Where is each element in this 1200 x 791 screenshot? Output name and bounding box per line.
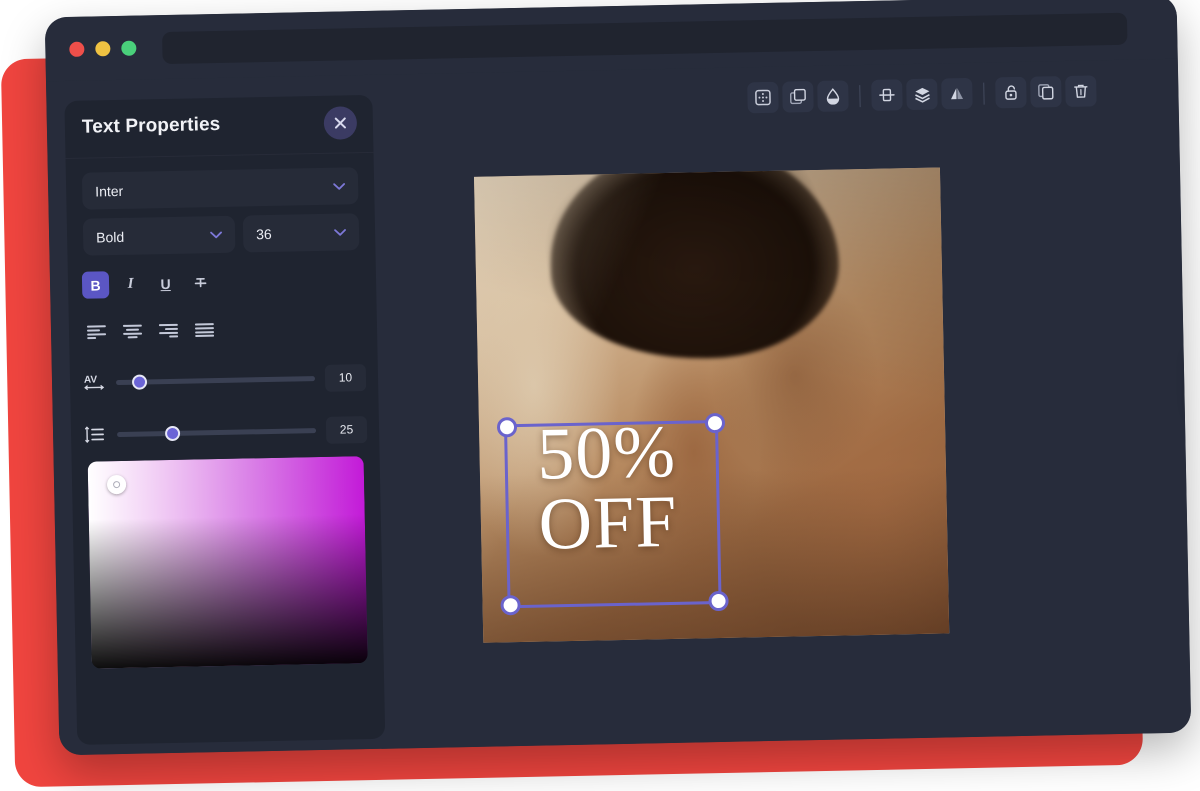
font-weight-select[interactable]: Bold xyxy=(83,216,236,256)
traffic-lights xyxy=(69,41,136,57)
toolbar-divider xyxy=(859,85,860,107)
strikethrough-button[interactable] xyxy=(187,269,215,297)
close-x-icon xyxy=(334,116,347,129)
close-window-button[interactable] xyxy=(69,42,84,57)
font-family-value: Inter xyxy=(95,178,333,199)
font-weight-value: Bold xyxy=(96,227,210,245)
bold-button[interactable]: B xyxy=(82,271,110,299)
letter-spacing-row: AV 10 xyxy=(84,362,367,398)
letter-spacing-value[interactable]: 10 xyxy=(325,364,367,392)
canvas-toolbar xyxy=(747,75,1097,113)
resize-handle-top-left[interactable] xyxy=(497,417,517,437)
italic-glyph: I xyxy=(128,277,134,292)
fill-opacity-tool[interactable] xyxy=(817,80,849,112)
delete-tool[interactable] xyxy=(1065,75,1097,107)
font-family-select[interactable]: Inter xyxy=(82,167,359,210)
duplicate-tool[interactable] xyxy=(1030,76,1062,108)
canvas-area: 50% OFF xyxy=(372,59,1191,749)
text-style-buttons: B I U xyxy=(82,269,215,299)
line-height-slider[interactable] xyxy=(117,428,316,437)
text-selection-box[interactable] xyxy=(504,420,722,608)
underline-button[interactable]: U xyxy=(152,270,180,298)
app-window: Text Properties Inter xyxy=(45,0,1192,755)
bold-glyph: B xyxy=(90,278,100,292)
panel-header: Text Properties xyxy=(64,95,373,158)
flip-horizontal-tool[interactable] xyxy=(941,78,973,110)
copy-icon xyxy=(1037,83,1054,100)
letter-spacing-slider[interactable] xyxy=(116,376,315,385)
font-size-select[interactable]: 36 xyxy=(243,213,360,252)
layers-tool[interactable] xyxy=(906,79,938,111)
address-bar[interactable] xyxy=(162,13,1127,64)
italic-button[interactable]: I xyxy=(117,270,145,298)
maximize-window-button[interactable] xyxy=(121,41,136,56)
letter-spacing-knob[interactable] xyxy=(132,374,147,389)
flip-mirror-icon xyxy=(948,85,965,102)
trash-icon xyxy=(1072,82,1089,99)
chevron-down-icon xyxy=(333,182,345,190)
svg-text:AV: AV xyxy=(84,374,98,385)
close-panel-button[interactable] xyxy=(324,106,358,140)
align-vertical-center-icon xyxy=(878,86,895,103)
color-picker-handle[interactable] xyxy=(107,475,126,494)
page-title: Text Properties xyxy=(82,114,221,139)
line-height-row: 25 xyxy=(85,414,368,450)
underline-glyph: U xyxy=(160,276,170,290)
screenshot-stage: Text Properties Inter xyxy=(0,0,1200,791)
line-height-value[interactable]: 25 xyxy=(326,416,368,444)
droplet-icon xyxy=(824,87,841,104)
align-left-button[interactable] xyxy=(83,318,111,346)
artboard[interactable]: 50% OFF xyxy=(474,167,949,642)
align-center-button[interactable] xyxy=(119,317,147,345)
align-justify-button[interactable] xyxy=(191,316,219,344)
line-height-knob[interactable] xyxy=(165,425,180,440)
text-align-buttons xyxy=(83,316,219,346)
strikethrough-icon xyxy=(192,274,209,291)
chevron-down-icon xyxy=(210,230,222,238)
unlock-padlock-icon xyxy=(1002,84,1019,101)
text-properties-panel: Text Properties Inter xyxy=(64,95,385,745)
overlapping-squares-icon xyxy=(789,88,806,105)
line-height-icon xyxy=(85,424,111,445)
toolbar-divider xyxy=(983,82,984,104)
app-body: Text Properties Inter xyxy=(46,59,1191,756)
align-right-icon xyxy=(159,323,178,338)
align-right-button[interactable] xyxy=(155,317,183,345)
align-justify-icon xyxy=(195,322,214,337)
color-picker-area[interactable] xyxy=(88,456,368,668)
square-dots-icon xyxy=(754,89,771,106)
picked-color-swatch[interactable] xyxy=(1189,344,1192,413)
letter-spacing-icon: AV xyxy=(84,372,110,393)
align-center-icon xyxy=(123,324,142,339)
frame-tool[interactable] xyxy=(782,81,814,113)
align-left-icon xyxy=(87,324,106,339)
layers-stack-icon xyxy=(913,85,931,103)
align-vertical-tool[interactable] xyxy=(871,79,903,111)
font-size-value: 36 xyxy=(256,224,334,242)
minimize-window-button[interactable] xyxy=(95,41,110,56)
chevron-down-icon xyxy=(334,228,346,236)
transform-tool[interactable] xyxy=(747,82,779,114)
lock-tool[interactable] xyxy=(995,77,1027,109)
